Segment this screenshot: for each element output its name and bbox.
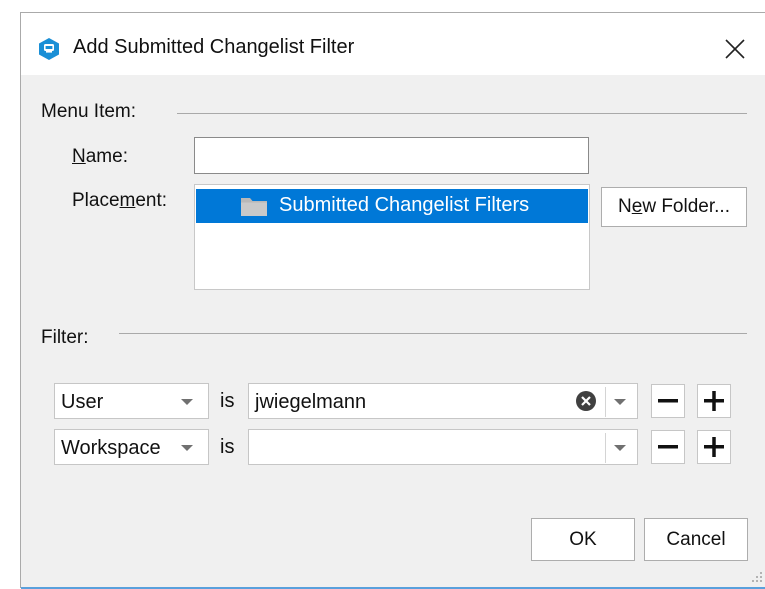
filter-field-select[interactable]: Workspace	[54, 429, 209, 465]
filter-value-combo[interactable]	[248, 429, 638, 465]
filter-field-value: Workspace	[61, 437, 161, 459]
placement-list[interactable]: Submitted Changelist Filters	[194, 184, 590, 290]
folder-icon	[241, 198, 267, 216]
placement-item-label: Submitted Changelist Filters	[279, 194, 530, 216]
remove-row-button[interactable]	[651, 384, 685, 418]
resize-grip-icon[interactable]	[749, 569, 763, 583]
p4v-app-icon	[39, 38, 59, 60]
add-row-button[interactable]	[697, 430, 731, 464]
list-item[interactable]: Submitted Changelist Filters	[196, 189, 588, 223]
placement-label: Placement:	[72, 190, 168, 211]
clear-icon[interactable]	[575, 390, 597, 412]
menu-item-section-label: Menu Item:	[41, 101, 137, 122]
section-divider	[119, 333, 747, 334]
minus-icon	[658, 399, 678, 403]
window-title: Add Submitted Changelist Filter	[73, 36, 355, 58]
operator-label: is	[220, 390, 235, 412]
chevron-down-icon[interactable]	[614, 445, 626, 451]
plus-icon	[704, 437, 724, 457]
filter-value: jwiegelmann	[255, 391, 367, 413]
title-bar[interactable]: Add Submitted Changelist Filter	[21, 13, 765, 75]
close-icon[interactable]	[721, 35, 749, 63]
operator-label: is	[220, 436, 235, 458]
section-divider	[177, 113, 747, 114]
filter-field-value: User	[61, 391, 104, 413]
add-filter-dialog: Add Submitted Changelist Filter Menu Ite…	[20, 12, 765, 589]
minus-icon	[658, 445, 678, 449]
name-input[interactable]	[194, 137, 589, 174]
filter-section-label: Filter:	[41, 327, 89, 348]
chevron-down-icon[interactable]	[614, 399, 626, 405]
new-folder-button[interactable]: New Folder...	[601, 187, 747, 227]
chevron-down-icon	[181, 445, 193, 451]
combo-separator	[605, 433, 606, 463]
cancel-button[interactable]: Cancel	[644, 518, 748, 561]
name-label: Name:	[72, 146, 128, 167]
chevron-down-icon	[181, 399, 193, 405]
plus-icon	[704, 391, 724, 411]
filter-field-select[interactable]: User	[54, 383, 209, 419]
ok-button[interactable]: OK	[531, 518, 635, 561]
add-row-button[interactable]	[697, 384, 731, 418]
remove-row-button[interactable]	[651, 430, 685, 464]
filter-value-combo[interactable]: jwiegelmann	[248, 383, 638, 419]
combo-separator	[605, 387, 606, 417]
